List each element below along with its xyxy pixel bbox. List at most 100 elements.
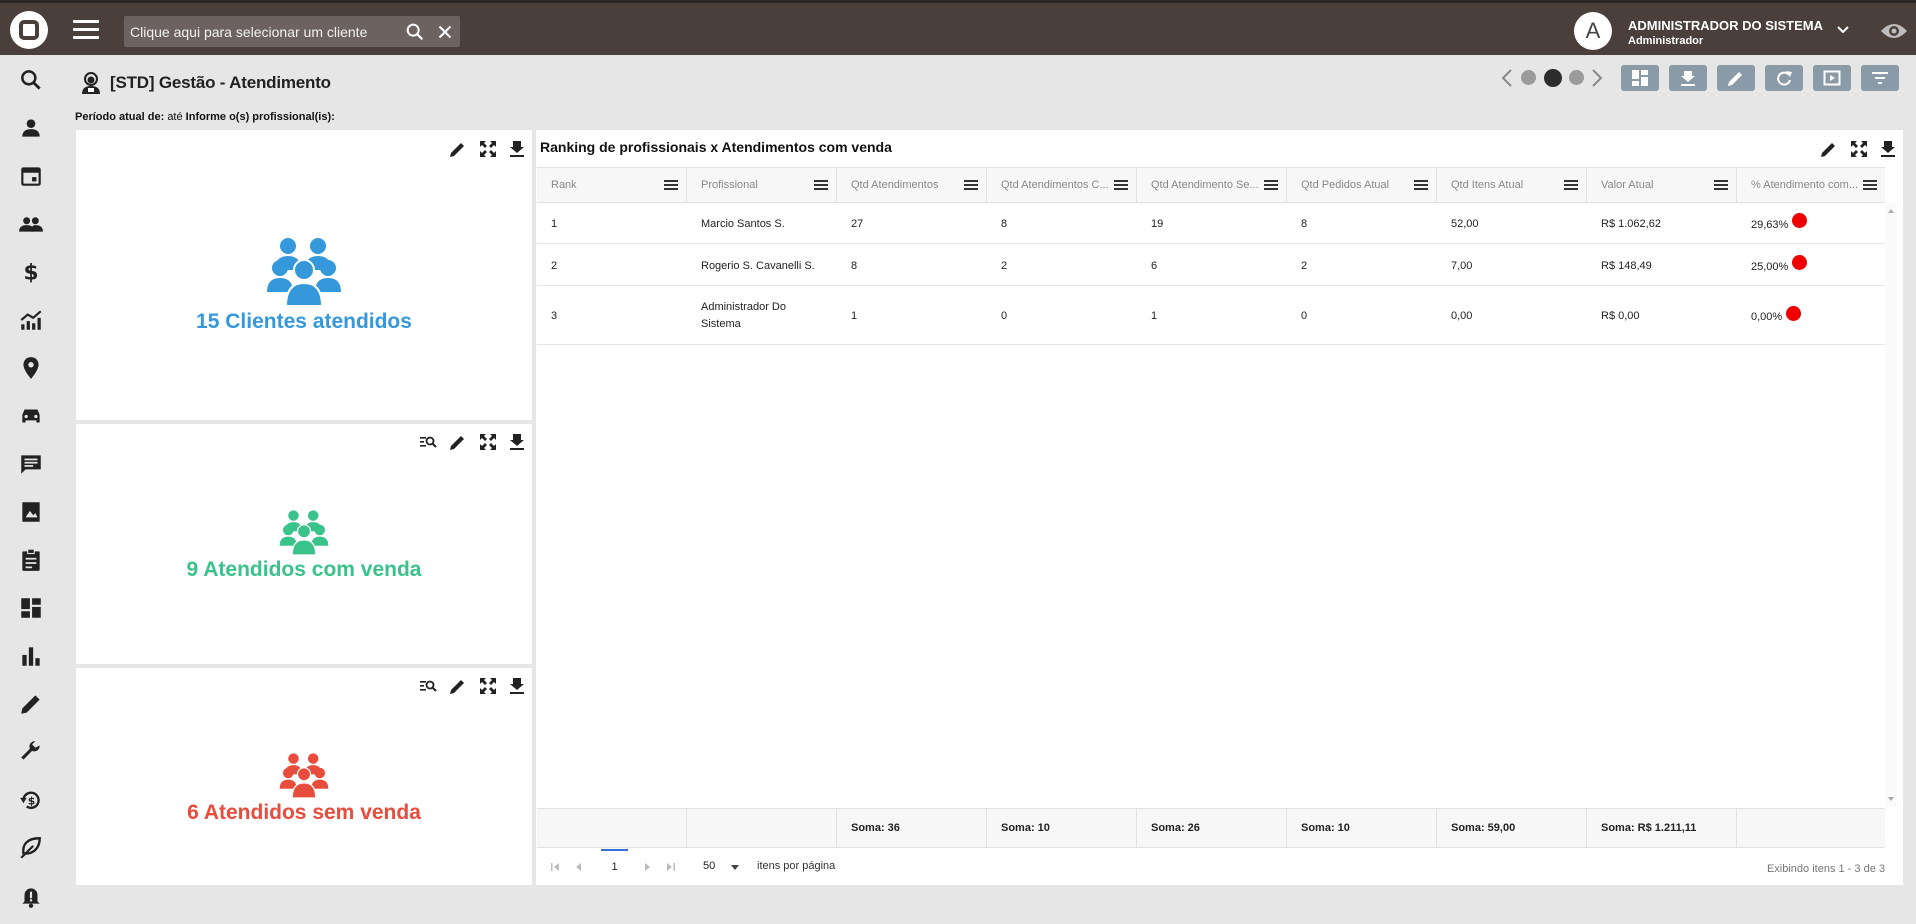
- download-button[interactable]: [1669, 65, 1707, 91]
- column-header-qtd-atendimento-sem[interactable]: Qtd Atendimento Se...: [1137, 168, 1287, 203]
- pencil-icon[interactable]: [448, 139, 468, 159]
- download-icon[interactable]: [1878, 139, 1898, 159]
- pencil-icon[interactable]: [448, 432, 468, 452]
- column-header-label: Qtd Atendimento Se...: [1151, 179, 1259, 191]
- cell-rank: 2: [551, 259, 558, 272]
- last-page-icon[interactable]: [665, 861, 677, 873]
- cell-qtd-itens: 0,00: [1451, 310, 1473, 322]
- previous-page-icon[interactable]: [573, 861, 585, 873]
- sidebar-group-icon[interactable]: [18, 211, 44, 237]
- sidebar-trend-icon[interactable]: [18, 307, 44, 333]
- cell-valor-atual: R$ 0,00: [1601, 310, 1640, 322]
- app-logo-icon[interactable]: [10, 11, 48, 49]
- expand-icon[interactable]: [478, 432, 498, 452]
- column-header-qtd-atendimentos-com[interactable]: Qtd Atendimentos C...: [987, 168, 1137, 203]
- column-menu-icon[interactable]: [1714, 179, 1728, 191]
- dashboard-page-dot-1[interactable]: [1521, 70, 1536, 85]
- search-detail-icon[interactable]: [418, 676, 438, 696]
- download-icon[interactable]: [507, 432, 527, 452]
- column-menu-icon[interactable]: [1564, 179, 1578, 191]
- scroll-down-icon[interactable]: [1885, 793, 1897, 805]
- cell-qtd-atendimentos: 8: [851, 259, 858, 272]
- page-size-select[interactable]: 50: [703, 856, 753, 876]
- expand-icon[interactable]: [478, 139, 498, 159]
- page-size-label: itens por página: [757, 860, 836, 872]
- cell-qtd-pedidos: 2: [1301, 259, 1308, 272]
- sidebar-dashboard-icon[interactable]: [18, 595, 44, 621]
- column-menu-icon[interactable]: [1114, 179, 1128, 191]
- table-row[interactable]: 1 Marcio Santos S. 27 8 19 8 52,00 R$ 1.…: [537, 203, 1885, 244]
- current-page-number[interactable]: 1: [601, 849, 628, 883]
- sidebar-clipboard-icon[interactable]: [18, 547, 44, 573]
- group-people-icon: [267, 238, 341, 306]
- dropdown-arrow-icon: [731, 865, 739, 870]
- column-menu-icon[interactable]: [814, 179, 828, 191]
- download-icon[interactable]: [507, 139, 527, 159]
- refresh-button[interactable]: [1765, 65, 1803, 91]
- sidebar-car-icon[interactable]: [18, 403, 44, 429]
- sidebar-calendar-icon[interactable]: [18, 163, 44, 189]
- sidebar-photo-book-icon[interactable]: [18, 499, 44, 525]
- sidebar-wrench-icon[interactable]: [18, 739, 44, 765]
- column-header-profissional[interactable]: Profissional: [687, 168, 837, 203]
- sidebar-location-icon[interactable]: [18, 355, 44, 381]
- sidebar-bar-chart-icon[interactable]: [18, 643, 44, 669]
- download-icon[interactable]: [507, 676, 527, 696]
- column-menu-icon[interactable]: [1264, 179, 1278, 191]
- next-dashboard-icon[interactable]: [1590, 67, 1604, 89]
- pct-value: 29,63%: [1751, 218, 1789, 231]
- previous-dashboard-icon[interactable]: [1500, 67, 1514, 89]
- next-page-icon[interactable]: [641, 861, 653, 873]
- user-name[interactable]: ADMINISTRADOR DO SISTEMA: [1628, 18, 1823, 33]
- column-menu-icon[interactable]: [664, 179, 678, 191]
- sidebar-chat-icon[interactable]: [18, 451, 44, 477]
- scroll-up-icon[interactable]: [1885, 205, 1897, 217]
- column-header-qtd-atendimentos[interactable]: Qtd Atendimentos: [837, 168, 987, 203]
- first-page-icon[interactable]: [549, 861, 561, 873]
- total-qtd-pedidos: Soma: 10: [1287, 809, 1437, 848]
- sidebar-alert-bell-icon[interactable]: [18, 883, 44, 909]
- kpi-card-clientes-atendidos: 15 Clientes atendidos: [76, 130, 532, 420]
- column-header-pct-atendimento[interactable]: % Atendimento com...: [1737, 168, 1885, 203]
- column-header-qtd-pedidos[interactable]: Qtd Pedidos Atual: [1287, 168, 1437, 203]
- column-menu-icon[interactable]: [964, 179, 978, 191]
- edit-button[interactable]: [1717, 65, 1755, 91]
- layout-button[interactable]: [1621, 65, 1659, 91]
- sidebar-search-icon[interactable]: [18, 67, 44, 93]
- search-icon[interactable]: [404, 21, 426, 43]
- sidebar-pencil-icon[interactable]: [18, 691, 44, 717]
- column-header-valor-atual[interactable]: Valor Atual: [1587, 168, 1737, 203]
- column-header-rank[interactable]: Rank: [537, 168, 687, 203]
- dashboard-page-dot-2[interactable]: [1544, 69, 1562, 87]
- sidebar-leaf-icon[interactable]: [18, 835, 44, 861]
- cell-qtd-com-venda: 8: [1001, 217, 1008, 230]
- column-menu-icon[interactable]: [1414, 179, 1428, 191]
- total-cell-profissional: [687, 809, 837, 848]
- total-valor-atual: Soma: R$ 1.211,11: [1587, 809, 1737, 848]
- sidebar-history-dollar-icon[interactable]: $: [18, 787, 44, 813]
- hamburger-menu-icon[interactable]: [73, 20, 99, 40]
- filter-icon: [1872, 72, 1888, 84]
- expand-icon[interactable]: [1849, 139, 1869, 159]
- chevron-down-icon[interactable]: [1835, 22, 1851, 38]
- sidebar-dollar-icon[interactable]: $: [18, 259, 44, 286]
- user-avatar[interactable]: A: [1574, 12, 1612, 50]
- pencil-icon[interactable]: [1819, 139, 1839, 159]
- search-detail-icon[interactable]: [418, 432, 438, 452]
- table-row[interactable]: 2 Rogerio S. Cavanelli S. 8 2 6 2 7,00 R…: [537, 245, 1885, 286]
- expand-icon[interactable]: [478, 676, 498, 696]
- kpi-card-atendidos-sem-venda: 6 Atendidos sem venda: [76, 668, 532, 885]
- table-row[interactable]: 3 Administrador Do Sistema 1 0 1 0 0,00 …: [537, 287, 1885, 345]
- pencil-icon[interactable]: [448, 676, 468, 696]
- presentation-button[interactable]: [1813, 65, 1851, 91]
- period-label: Período atual de:: [75, 111, 165, 123]
- column-header-qtd-itens[interactable]: Qtd Itens Atual: [1437, 168, 1587, 203]
- sidebar-person-icon[interactable]: [18, 115, 44, 141]
- eye-icon[interactable]: [1880, 21, 1908, 41]
- vertical-scrollbar[interactable]: [1885, 203, 1897, 807]
- filter-button[interactable]: [1861, 65, 1899, 91]
- clear-client-icon[interactable]: [434, 21, 456, 43]
- client-search-input[interactable]: [124, 16, 394, 47]
- dashboard-page-dot-3[interactable]: [1569, 70, 1584, 85]
- column-menu-icon[interactable]: [1863, 179, 1877, 191]
